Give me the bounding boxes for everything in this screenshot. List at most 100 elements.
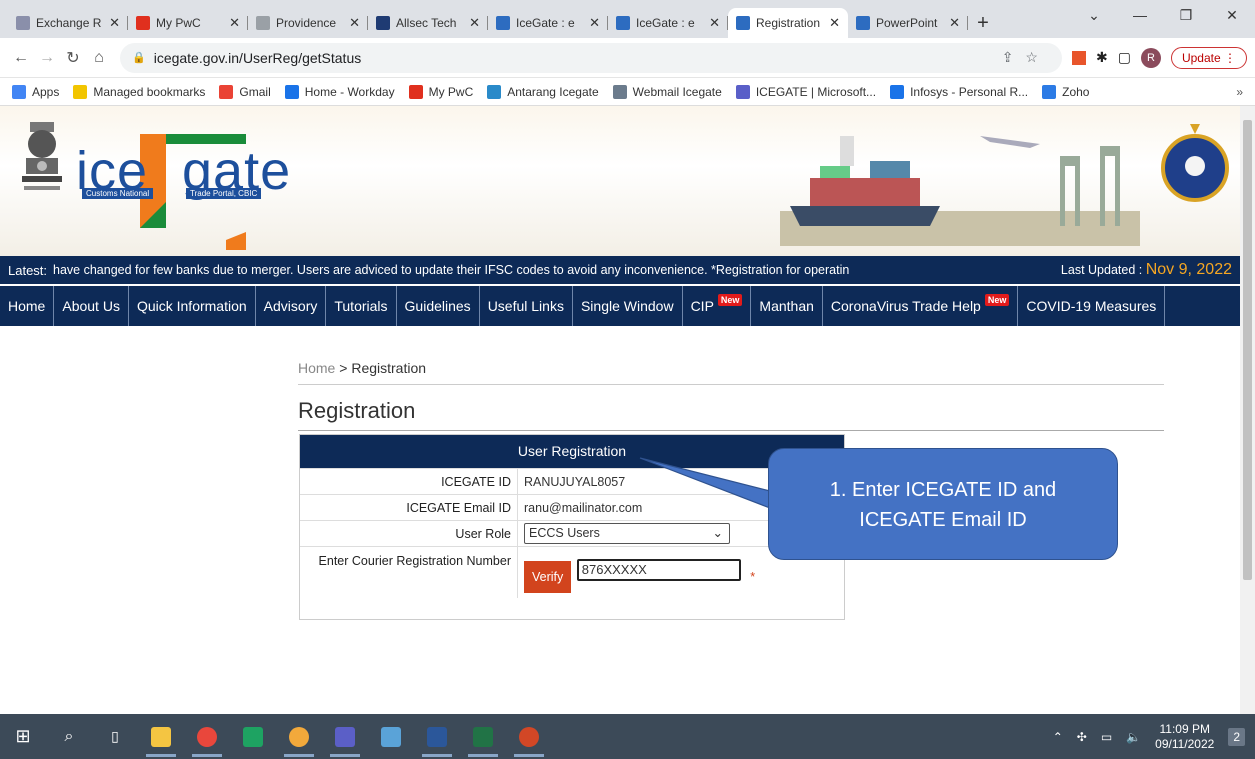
address-bar[interactable]: 🔒 icegate.gov.in/UserReg/getStatus ⇪☆	[120, 42, 1062, 73]
nav-item[interactable]: Guidelines	[397, 286, 480, 326]
close-tab-icon[interactable]: ✕	[589, 15, 600, 31]
nav-item[interactable]: Quick Information	[129, 286, 256, 326]
bookmark-item[interactable]: ICEGATE | Microsoft...	[735, 84, 876, 99]
verify-button[interactable]: Verify	[524, 561, 572, 593]
share-star-icons[interactable]: ⇪☆	[1002, 49, 1050, 66]
close-tab-icon[interactable]: ✕	[229, 15, 240, 31]
browser-tab[interactable]: My PwC ✕	[128, 8, 248, 38]
bookmark-item[interactable]: Gmail	[219, 84, 271, 99]
profile-avatar[interactable]: R	[1140, 47, 1161, 68]
user-role-label: User Role	[300, 521, 518, 546]
tab-title: PowerPoint	[876, 16, 938, 30]
nav-item[interactable]: Single Window	[573, 286, 683, 326]
nav-item[interactable]: COVID-19 Measures	[1018, 286, 1166, 326]
reload-button[interactable]: ↻	[60, 48, 86, 68]
national-emblem-logo	[22, 122, 62, 190]
bookmark-item[interactable]: Infosys - Personal R...	[890, 84, 1028, 99]
windows-taskbar: ⊞ ⌕ ▯ ⌃ ✣ ▭ 🔈 11:09 PM 09/11/2022 2	[0, 714, 1255, 759]
bookmark-item[interactable]: My PwC	[408, 84, 473, 99]
bookmark-item[interactable]: Managed bookmarks	[73, 84, 205, 99]
extension-icon[interactable]	[1071, 50, 1086, 65]
ticker-message[interactable]: have changed for few banks due to merger…	[53, 263, 1041, 277]
minimize-button[interactable]: —	[1117, 0, 1163, 30]
bookmark-item[interactable]: Webmail Icegate	[612, 84, 722, 99]
bookmark-item[interactable]: Apps	[12, 84, 59, 99]
chrome-button[interactable]	[184, 714, 230, 759]
volume-icon[interactable]: 🔈	[1126, 730, 1141, 744]
meet-button[interactable]	[230, 714, 276, 759]
close-tab-icon[interactable]: ✕	[829, 15, 840, 31]
teams-button[interactable]	[322, 714, 368, 759]
bookmark-item[interactable]: Zoho	[1042, 84, 1089, 99]
chrome-profile-button[interactable]	[276, 714, 322, 759]
powerpoint-button[interactable]	[506, 714, 552, 759]
restore-button[interactable]: ❐	[1163, 0, 1209, 30]
browser-tab[interactable]: Exchange R ✕	[8, 8, 128, 38]
site-navbar: Home About Us Quick Information Advisory Tut…	[0, 286, 1240, 326]
network-icon[interactable]: ✣	[1077, 730, 1087, 744]
nav-item[interactable]: About Us	[54, 286, 129, 326]
side-panel-icon[interactable]: ▢	[1118, 49, 1131, 66]
notes-button[interactable]	[368, 714, 414, 759]
nav-item[interactable]: Manthan	[751, 286, 823, 326]
close-tab-icon[interactable]: ✕	[109, 15, 120, 31]
scrollbar-thumb[interactable]	[1243, 120, 1252, 580]
user-role-select[interactable]: ECCS Users ⌄	[524, 523, 730, 544]
update-button[interactable]: Update ⋮	[1170, 46, 1247, 69]
home-button[interactable]: ⌂	[86, 49, 112, 67]
browser-tab[interactable]: IceGate : e ✕	[608, 8, 728, 38]
close-tab-icon[interactable]: ✕	[469, 15, 480, 31]
tab-favicon-icon	[616, 16, 630, 30]
web-page: ice gate Customs National Trade Portal, …	[0, 106, 1240, 714]
nav-item[interactable]: Home	[0, 286, 55, 326]
teams-icon	[335, 726, 355, 747]
notifications-icon[interactable]: 2	[1228, 727, 1245, 746]
excel-button[interactable]	[460, 714, 506, 759]
logo-subtitle-left: Customs National	[82, 188, 154, 199]
tab-title: My PwC	[156, 16, 201, 30]
nav-item[interactable]: CoronaVirus Trade Help New	[823, 286, 1019, 326]
bookmark-icon	[612, 84, 627, 99]
back-button[interactable]: ←	[8, 49, 34, 67]
file-explorer-button[interactable]	[138, 714, 184, 759]
nav-item[interactable]: CIP New	[683, 286, 752, 326]
start-button[interactable]: ⊞	[0, 714, 46, 759]
nav-item[interactable]: Advisory	[256, 286, 327, 326]
close-tab-icon[interactable]: ✕	[709, 15, 720, 31]
extensions-puzzle-icon[interactable]: ✱	[1096, 49, 1108, 66]
url-text: icegate.gov.in/UserReg/getStatus	[153, 49, 362, 66]
page-scrollbar[interactable]	[1240, 106, 1255, 714]
site-banner: ice gate Customs National Trade Portal, …	[0, 106, 1240, 256]
browser-tab[interactable]: Providence ✕	[248, 8, 368, 38]
required-mark: *	[750, 570, 756, 584]
battery-icon[interactable]: ▭	[1101, 730, 1112, 744]
browser-tab[interactable]: IceGate : e ✕	[488, 8, 608, 38]
search-button[interactable]: ⌕	[46, 714, 92, 759]
close-window-button[interactable]: ✕	[1209, 0, 1255, 30]
forward-button[interactable]: →	[34, 49, 60, 67]
bookmark-item[interactable]: Home - Workday	[284, 84, 395, 99]
nav-item[interactable]: Useful Links	[480, 286, 573, 326]
browser-tab[interactable]: Allsec Tech ✕	[368, 8, 488, 38]
task-view-button[interactable]: ▯	[92, 714, 138, 759]
chrome-icon	[197, 726, 217, 747]
close-tab-icon[interactable]: ✕	[949, 15, 960, 31]
new-tab-button[interactable]: +	[968, 8, 998, 38]
bookmark-icon	[735, 84, 750, 99]
task-view-icon: ▯	[111, 728, 119, 744]
courier-registration-input[interactable]: 876XXXXX	[576, 559, 741, 581]
breadcrumb-home-link[interactable]: Home	[298, 360, 335, 376]
clock[interactable]: 11:09 PM 09/11/2022	[1155, 722, 1214, 752]
bookmark-item[interactable]: Antarang Icegate	[487, 84, 599, 99]
browser-tab[interactable]: PowerPoint ✕	[848, 8, 968, 38]
browser-tab[interactable]: Registration ✕	[728, 8, 848, 38]
bookmarks-bar: Apps Managed bookmarks Gmail Home - Workday…	[0, 78, 1255, 106]
word-button[interactable]	[414, 714, 460, 759]
chevron-up-icon[interactable]: ⌃	[1053, 730, 1063, 744]
chevron-down-icon: ⌄	[712, 526, 723, 540]
close-tab-icon[interactable]: ✕	[349, 15, 360, 31]
last-updated: Last Updated : Nov 9, 2022	[1060, 261, 1232, 278]
bookmarks-overflow-button[interactable]: »	[1236, 85, 1243, 99]
tab-search-icon[interactable]: ⌄	[1071, 0, 1117, 30]
nav-item[interactable]: Tutorials	[326, 286, 397, 326]
